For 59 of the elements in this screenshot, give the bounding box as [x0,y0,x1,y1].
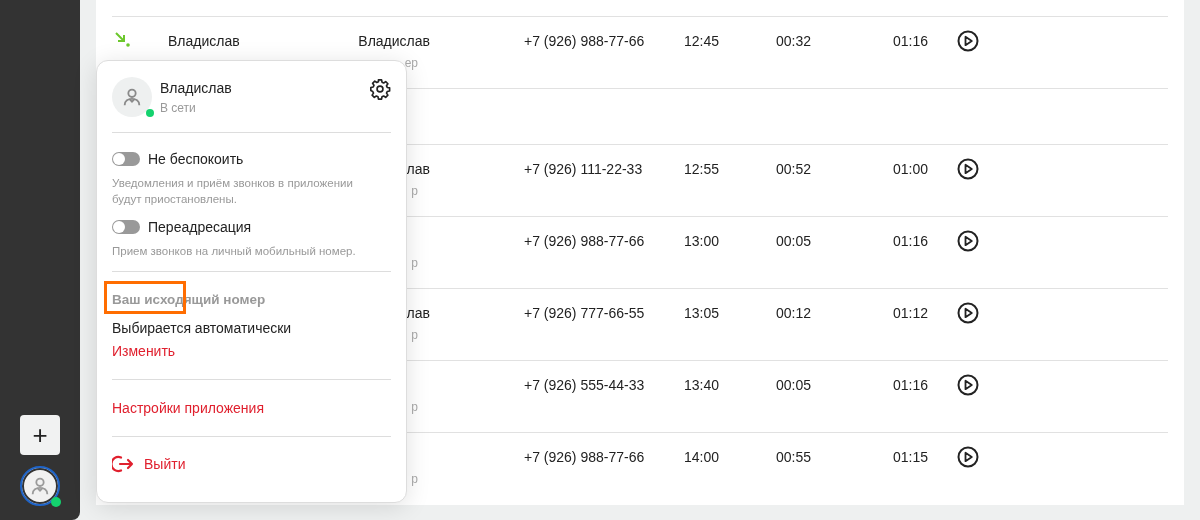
call-duration: 00:52 [776,161,812,177]
contact-note: р [411,256,419,270]
phone-number: +7 (926) 555-44-33 [524,377,645,393]
call-time: 12:45 [684,33,720,49]
contact-note: ер [404,56,419,70]
play-icon[interactable] [957,230,979,252]
call-duration: 00:12 [776,305,812,321]
contact-note: р [411,400,419,414]
contact-note: р [411,328,419,342]
user-name: Владислав [160,79,233,96]
phone-number: +7 (926) 988-77-66 [524,233,645,249]
app-settings-link[interactable]: Настройки приложения [112,400,264,416]
call-time: 13:05 [684,305,720,321]
person-icon [29,475,51,497]
contact-name: Владислав [358,33,430,50]
incoming-call-icon [112,29,132,49]
phone-number: +7 (926) 777-66-55 [524,305,645,321]
call-time: 13:40 [684,377,720,393]
contact-note: р [411,472,419,486]
toggle-label: Переадресация [148,219,252,235]
call-time: 12:55 [684,161,720,177]
call-duration: 00:05 [776,377,812,393]
toggle-description: Уведомления и приём звонков в приложении будут приостановлены. [112,176,354,207]
person-icon [121,86,143,108]
toggle-switch[interactable] [112,152,140,166]
phone-number: +7 (926) 988-77-66 [524,449,645,465]
logout-button[interactable]: Выйти [112,454,186,474]
call-duration: 00:55 [776,449,812,465]
contact-note: р [411,184,419,198]
phone-number: +7 (926) 111-22-33 [524,161,643,177]
total-duration: 01:16 [893,233,929,249]
contact-name: лав [406,305,430,322]
phone-number: +7 (926) 988-77-66 [524,33,645,49]
play-icon[interactable] [957,302,979,324]
total-duration: 01:16 [893,377,929,393]
call-time: 14:00 [684,449,720,465]
play-icon[interactable] [957,374,979,396]
total-duration: 01:12 [893,305,929,321]
call-time: 13:00 [684,233,720,249]
user-status: В сети [160,100,197,115]
caller-name: Владислав [168,33,240,49]
toggle-description: Прием звонков на личный мобильный номер. [112,244,357,259]
call-duration: 00:32 [776,33,812,49]
change-link[interactable]: Изменить [112,343,176,359]
outgoing-number-value: Выбирается автоматически [112,320,292,336]
contact-name: лав [406,161,430,178]
play-icon[interactable] [957,446,979,468]
total-duration: 01:15 [893,449,929,465]
logout-icon [112,454,134,474]
play-icon[interactable] [957,30,979,52]
toggle-switch[interactable] [112,220,140,234]
toggle-label: Не беспокоить [148,151,244,167]
user-avatar[interactable] [20,466,60,506]
call-duration: 00:05 [776,233,812,249]
play-icon[interactable] [957,158,979,180]
add-button[interactable]: + [20,415,60,455]
settings-icon[interactable] [369,78,391,100]
total-duration: 01:16 [893,33,929,49]
total-duration: 01:00 [893,161,929,177]
